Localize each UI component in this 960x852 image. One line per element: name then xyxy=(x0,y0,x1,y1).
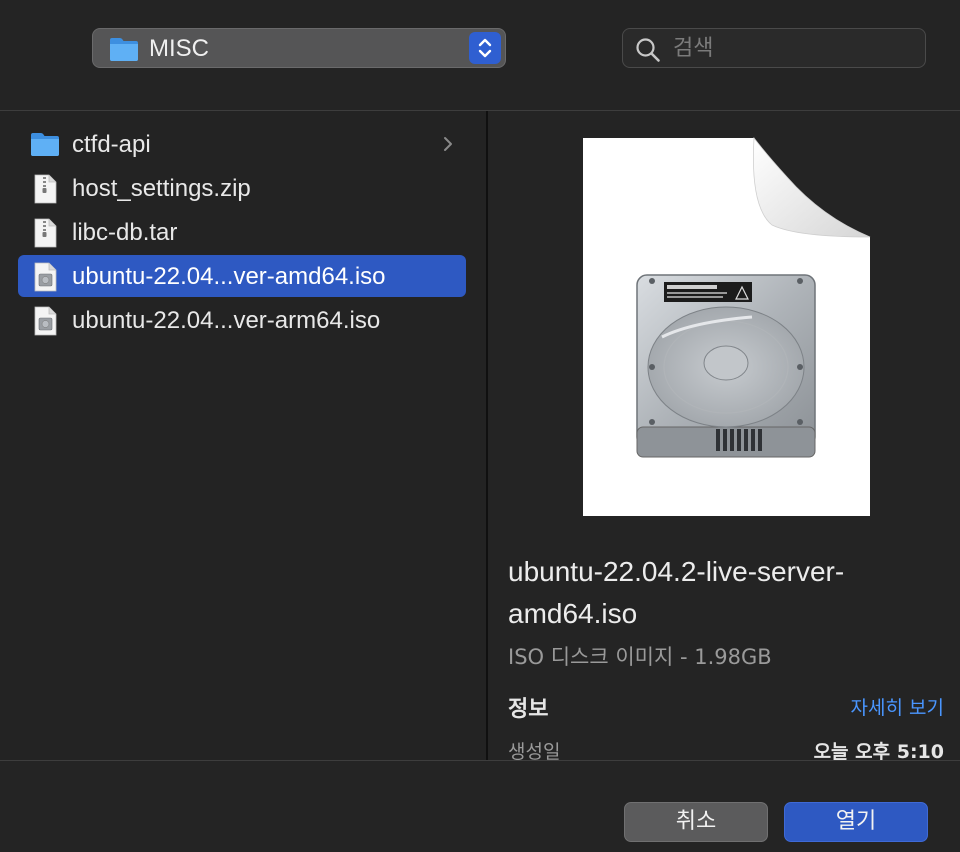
file-row-host-settings-zip[interactable]: host_settings.zip xyxy=(18,167,466,209)
search-input[interactable] xyxy=(673,34,913,62)
location-popup[interactable]: MISC xyxy=(92,28,506,68)
created-date-value: 오늘 오후 5:10 xyxy=(813,741,944,760)
created-date-label: 생성일 xyxy=(508,741,561,760)
preview-pane: ubuntu-22.04.2-live-server-amd64.iso ISO… xyxy=(488,111,960,760)
file-name: libc-db.tar xyxy=(72,219,178,246)
file-list: ctfd-api host_settings.zip libc-db.tar u… xyxy=(0,111,486,760)
preview-file-name: ubuntu-22.04.2-live-server-amd64.iso xyxy=(508,556,845,629)
zip-file-icon xyxy=(34,174,57,204)
hard-disk-image-icon xyxy=(583,137,871,516)
file-row-libc-db-tar[interactable]: libc-db.tar xyxy=(18,211,466,253)
location-stepper[interactable] xyxy=(469,32,501,64)
file-name: ubuntu-22.04...ver-arm64.iso xyxy=(72,307,381,334)
preview-file-kind-size: ISO 디스크 이미지 - 1.98GB xyxy=(508,645,772,669)
file-name: ubuntu-22.04...ver-amd64.iso xyxy=(72,263,386,290)
disk-image-icon xyxy=(34,262,57,292)
toolbar: MISC xyxy=(0,0,960,110)
show-more-link[interactable]: 자세히 보기 xyxy=(851,693,944,720)
chevron-up-down-icon xyxy=(478,38,492,58)
chevron-right-icon xyxy=(444,137,452,151)
cancel-button[interactable]: 취소 xyxy=(624,802,768,842)
file-row-ubuntu-amd64-iso[interactable]: ubuntu-22.04...ver-amd64.iso xyxy=(18,255,466,297)
search-icon xyxy=(636,38,660,62)
folder-icon xyxy=(31,133,59,156)
open-button[interactable]: 열기 xyxy=(784,802,928,842)
file-row-ctfd-api[interactable]: ctfd-api xyxy=(18,123,466,165)
file-name: host_settings.zip xyxy=(72,175,251,202)
folder-icon xyxy=(110,38,138,61)
info-section-title: 정보 xyxy=(508,697,549,722)
file-row-ubuntu-arm64-iso[interactable]: ubuntu-22.04...ver-arm64.iso xyxy=(18,299,466,341)
file-name: ctfd-api xyxy=(72,131,151,158)
bottom-bar: 취소 열기 xyxy=(0,761,960,852)
disk-image-icon xyxy=(34,306,57,336)
search-field[interactable] xyxy=(622,28,926,68)
tar-file-icon xyxy=(34,218,57,248)
location-label: MISC xyxy=(149,35,209,62)
